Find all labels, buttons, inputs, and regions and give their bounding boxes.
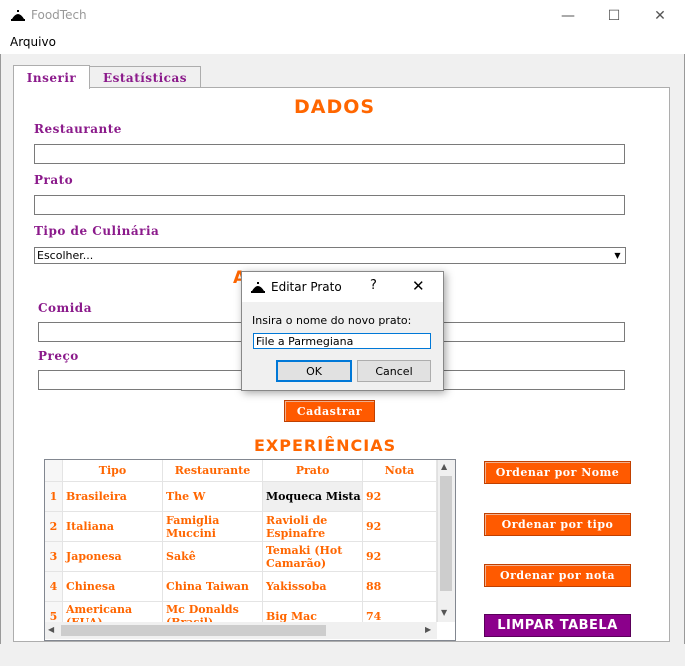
table-cell-nota[interactable]: 92 [363, 482, 437, 512]
table-corner [45, 460, 63, 482]
window-title: FoodTech [31, 8, 87, 22]
row-number[interactable]: 2 [45, 512, 63, 542]
ordenar-tipo-button[interactable]: Ordenar por tipo [484, 513, 631, 536]
table-cell-restaurante[interactable]: Famiglia Muccini [163, 512, 263, 542]
scroll-right-icon[interactable]: ▶ [425, 625, 431, 634]
dialog-close-button[interactable]: ✕ [412, 277, 425, 295]
table-cell-restaurante[interactable]: China Taiwan [163, 572, 263, 602]
restaurante-label: Restaurante [34, 122, 122, 136]
food-dome-icon [10, 8, 26, 24]
scroll-up-icon[interactable]: ▲ [441, 462, 447, 471]
table-cell-nota[interactable]: 92 [363, 542, 437, 572]
experiencias-title: EXPERIÊNCIAS [254, 436, 397, 455]
table-cell-tipo[interactable]: Brasileira [63, 482, 163, 512]
minimize-button[interactable]: — [545, 0, 591, 32]
table-cell-tipo[interactable]: Chinesa [63, 572, 163, 602]
preco-label: Preço [38, 349, 79, 363]
scrollbar-thumb[interactable] [440, 476, 452, 591]
dados-title: DADOS [294, 96, 376, 118]
status-strip [0, 644, 685, 666]
food-dome-icon [250, 280, 266, 296]
column-header-nota[interactable]: Nota [363, 460, 437, 482]
table-cell-tipo[interactable]: Italiana [63, 512, 163, 542]
table-cell-nota[interactable]: 88 [363, 572, 437, 602]
ordenar-nota-button[interactable]: Ordenar por nota [484, 564, 631, 587]
close-button[interactable]: ✕ [637, 0, 683, 32]
table-cell-prato[interactable]: Yakissoba [263, 572, 363, 602]
ordenar-nome-button[interactable]: Ordenar por Nome [484, 461, 631, 484]
prato-label: Prato [34, 173, 74, 187]
column-header-prato[interactable]: Prato [263, 460, 363, 482]
dialog-title: Editar Prato [271, 280, 342, 294]
restaurante-input[interactable] [34, 144, 625, 164]
novo-prato-input[interactable]: File a Parmegiana [253, 333, 431, 349]
tipo-culinaria-select[interactable]: Escolher... ▼ [34, 247, 626, 264]
cancel-button[interactable]: Cancel [357, 360, 431, 382]
table-cell-tipo[interactable]: Japonesa [63, 542, 163, 572]
limpar-tabela-button[interactable]: LIMPAR TABELA [484, 614, 631, 637]
menu-bar [0, 32, 685, 54]
maximize-button[interactable]: ☐ [591, 0, 637, 32]
scroll-down-icon[interactable]: ▼ [441, 608, 447, 617]
cadastrar-button[interactable]: Cadastrar [284, 400, 375, 422]
scrollbar-thumb[interactable] [61, 625, 326, 636]
comida-label: Comida [38, 301, 92, 315]
table-cell-prato-selected[interactable]: Moqueca Mista [263, 482, 363, 512]
table-cell-restaurante[interactable]: The W [163, 482, 263, 512]
table-cell-prato[interactable]: Temaki (Hot Camarão) [263, 542, 363, 572]
ok-button[interactable]: OK [276, 360, 352, 382]
table-cell-prato[interactable]: Ravioli de Espinafre [263, 512, 363, 542]
table-cell-restaurante[interactable]: Sakê [163, 542, 263, 572]
column-header-tipo[interactable]: Tipo [63, 460, 163, 482]
row-number[interactable]: 3 [45, 542, 63, 572]
tab-inserir[interactable]: Inserir [13, 65, 90, 89]
tipo-culinaria-value: Escolher... [37, 249, 94, 262]
help-button[interactable]: ? [370, 278, 377, 293]
column-header-restaurante[interactable]: Restaurante [163, 460, 263, 482]
editar-prato-dialog: Editar Prato ? ✕ Insira o nome do novo p… [241, 271, 444, 391]
dialog-prompt: Insira o nome do novo prato: [252, 314, 412, 327]
menu-arquivo[interactable]: Arquivo [10, 35, 56, 49]
row-number[interactable]: 4 [45, 572, 63, 602]
table-cell-nota[interactable]: 92 [363, 512, 437, 542]
tipo-culinaria-label: Tipo de Culinária [34, 224, 160, 238]
scroll-left-icon[interactable]: ◀ [48, 625, 54, 634]
tab-estatisticas[interactable]: Estatísticas [89, 66, 201, 88]
row-number[interactable]: 1 [45, 482, 63, 512]
experiencias-table[interactable]: Tipo Restaurante Prato Nota 1 Brasileira… [44, 459, 456, 641]
horizontal-scrollbar[interactable]: ◀ ▶ [45, 622, 437, 639]
chevron-down-icon[interactable]: ▼ [611, 249, 624, 262]
vertical-scrollbar[interactable]: ▲ ▼ [437, 460, 455, 622]
prato-input[interactable] [34, 195, 625, 215]
